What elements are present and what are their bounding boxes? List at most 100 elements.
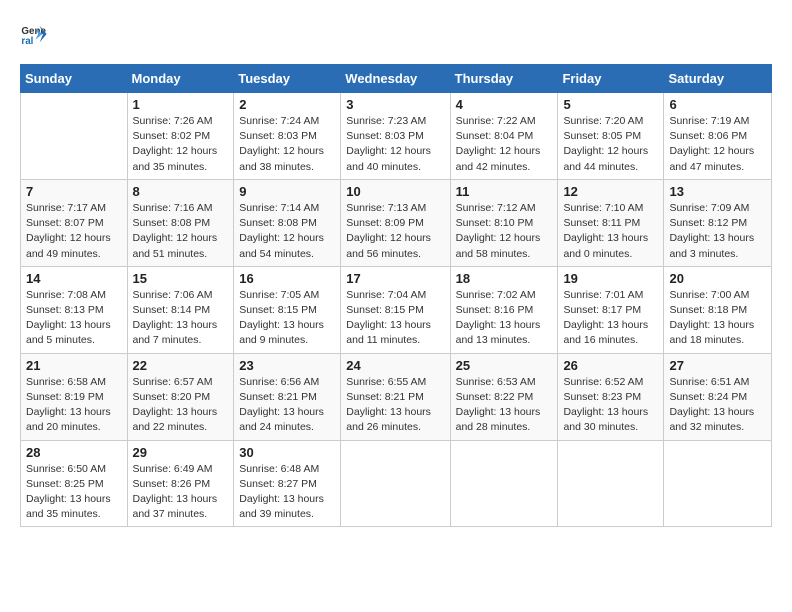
calendar-cell: 21Sunrise: 6:58 AM Sunset: 8:19 PM Dayli… [21,353,128,440]
day-number: 22 [133,358,229,373]
day-info: Sunrise: 7:10 AM Sunset: 8:11 PM Dayligh… [563,201,658,262]
day-info: Sunrise: 7:04 AM Sunset: 8:15 PM Dayligh… [346,288,444,349]
day-info: Sunrise: 7:17 AM Sunset: 8:07 PM Dayligh… [26,201,122,262]
page-header: Gene ral [20,20,772,48]
day-info: Sunrise: 7:12 AM Sunset: 8:10 PM Dayligh… [456,201,553,262]
weekday-header-saturday: Saturday [664,65,772,93]
calendar-cell: 30 Sunrise: 6:48 AM Sunset: 8:27 PM Dayli… [234,440,341,527]
day-info: Sunrise: 7:20 AM Sunset: 8:05 PM Dayligh… [563,114,658,175]
day-number: 4 [456,97,553,112]
day-info: Sunrise: 6:48 AM Sunset: 8:27 PM Dayligh… [239,462,335,523]
calendar-cell: 8 Sunrise: 7:16 AM Sunset: 8:08 PM Daylig… [127,179,234,266]
logo: Gene ral [20,20,52,48]
day-info: Sunrise: 6:55 AM Sunset: 8:21 PM Dayligh… [346,375,444,436]
svg-text:ral: ral [21,36,33,47]
calendar-cell: 15 Sunrise: 7:06 AM Sunset: 8:14 PM Dayli… [127,266,234,353]
calendar-cell: 3 Sunrise: 7:23 AM Sunset: 8:03 PM Daylig… [341,93,450,180]
day-info: Sunrise: 7:16 AM Sunset: 8:08 PM Dayligh… [133,201,229,262]
day-number: 23 [239,358,335,373]
calendar-week-row: 1 Sunrise: 7:26 AM Sunset: 8:02 PM Daylig… [21,93,772,180]
day-info: Sunrise: 6:49 AM Sunset: 8:26 PM Dayligh… [133,462,229,523]
day-info: Sunrise: 7:24 AM Sunset: 8:03 PM Dayligh… [239,114,335,175]
calendar-week-row: 28 Sunrise: 6:50 AM Sunset: 8:25 PM Dayli… [21,440,772,527]
calendar-cell: 24 Sunrise: 6:55 AM Sunset: 8:21 PM Dayli… [341,353,450,440]
day-info: Sunrise: 7:06 AM Sunset: 8:14 PM Dayligh… [133,288,229,349]
day-info: Sunrise: 7:02 AM Sunset: 8:16 PM Dayligh… [456,288,553,349]
day-number: 19 [563,271,658,286]
day-info: Sunrise: 6:52 AM Sunset: 8:23 PM Dayligh… [563,375,658,436]
calendar-week-row: 14 Sunrise: 7:08 AM Sunset: 8:13 PM Dayli… [21,266,772,353]
calendar-week-row: 7 Sunrise: 7:17 AM Sunset: 8:07 PM Daylig… [21,179,772,266]
day-info: Sunrise: 6:56 AM Sunset: 8:21 PM Dayligh… [239,375,335,436]
day-number: 20 [669,271,766,286]
calendar-cell: 20 Sunrise: 7:00 AM Sunset: 8:18 PM Dayli… [664,266,772,353]
day-info: Sunrise: 7:13 AM Sunset: 8:09 PM Dayligh… [346,201,444,262]
day-info: Sunrise: 6:53 AM Sunset: 8:22 PM Dayligh… [456,375,553,436]
weekday-header-row: SundayMondayTuesdayWednesdayThursdayFrid… [21,65,772,93]
day-info: Sunrise: 6:58 AM Sunset: 8:19 PM Dayligh… [26,375,122,436]
calendar-cell [450,440,558,527]
calendar-cell: 13 Sunrise: 7:09 AM Sunset: 8:12 PM Dayli… [664,179,772,266]
calendar-cell: 6 Sunrise: 7:19 AM Sunset: 8:06 PM Daylig… [664,93,772,180]
calendar-cell: 12 Sunrise: 7:10 AM Sunset: 8:11 PM Dayli… [558,179,664,266]
day-info: Sunrise: 7:23 AM Sunset: 8:03 PM Dayligh… [346,114,444,175]
day-info: Sunrise: 7:14 AM Sunset: 8:08 PM Dayligh… [239,201,335,262]
day-number: 14 [26,271,122,286]
day-number: 10 [346,184,444,199]
day-number: 15 [133,271,229,286]
day-number: 16 [239,271,335,286]
day-info: Sunrise: 7:22 AM Sunset: 8:04 PM Dayligh… [456,114,553,175]
calendar-table: SundayMondayTuesdayWednesdayThursdayFrid… [20,64,772,527]
day-info: Sunrise: 7:08 AM Sunset: 8:13 PM Dayligh… [26,288,122,349]
calendar-cell: 11 Sunrise: 7:12 AM Sunset: 8:10 PM Dayli… [450,179,558,266]
calendar-cell: 16 Sunrise: 7:05 AM Sunset: 8:15 PM Dayli… [234,266,341,353]
calendar-cell: 10 Sunrise: 7:13 AM Sunset: 8:09 PM Dayli… [341,179,450,266]
day-number: 13 [669,184,766,199]
calendar-cell: 7 Sunrise: 7:17 AM Sunset: 8:07 PM Daylig… [21,179,128,266]
day-number: 28 [26,445,122,460]
day-info: Sunrise: 7:05 AM Sunset: 8:15 PM Dayligh… [239,288,335,349]
day-number: 12 [563,184,658,199]
day-info: Sunrise: 6:50 AM Sunset: 8:25 PM Dayligh… [26,462,122,523]
day-number: 9 [239,184,335,199]
day-number: 7 [26,184,122,199]
day-info: Sunrise: 7:09 AM Sunset: 8:12 PM Dayligh… [669,201,766,262]
day-number: 5 [563,97,658,112]
day-info: Sunrise: 6:51 AM Sunset: 8:24 PM Dayligh… [669,375,766,436]
calendar-cell [21,93,128,180]
day-number: 2 [239,97,335,112]
day-number: 24 [346,358,444,373]
calendar-cell: 29Sunrise: 6:49 AM Sunset: 8:26 PM Dayli… [127,440,234,527]
day-number: 26 [563,358,658,373]
day-number: 8 [133,184,229,199]
day-info: Sunrise: 7:26 AM Sunset: 8:02 PM Dayligh… [133,114,229,175]
weekday-header-friday: Friday [558,65,664,93]
calendar-week-row: 21Sunrise: 6:58 AM Sunset: 8:19 PM Dayli… [21,353,772,440]
calendar-cell: 27 Sunrise: 6:51 AM Sunset: 8:24 PM Dayli… [664,353,772,440]
calendar-cell: 5 Sunrise: 7:20 AM Sunset: 8:05 PM Daylig… [558,93,664,180]
weekday-header-sunday: Sunday [21,65,128,93]
calendar-cell [341,440,450,527]
calendar-cell: 26 Sunrise: 6:52 AM Sunset: 8:23 PM Dayli… [558,353,664,440]
day-number: 27 [669,358,766,373]
calendar-cell: 25 Sunrise: 6:53 AM Sunset: 8:22 PM Dayli… [450,353,558,440]
day-number: 11 [456,184,553,199]
day-info: Sunrise: 7:01 AM Sunset: 8:17 PM Dayligh… [563,288,658,349]
day-number: 1 [133,97,229,112]
calendar-cell: 4 Sunrise: 7:22 AM Sunset: 8:04 PM Daylig… [450,93,558,180]
day-number: 17 [346,271,444,286]
day-number: 3 [346,97,444,112]
day-number: 30 [239,445,335,460]
weekday-header-thursday: Thursday [450,65,558,93]
calendar-cell: 17 Sunrise: 7:04 AM Sunset: 8:15 PM Dayli… [341,266,450,353]
calendar-cell: 22Sunrise: 6:57 AM Sunset: 8:20 PM Dayli… [127,353,234,440]
logo-icon: Gene ral [20,20,48,48]
calendar-cell [558,440,664,527]
calendar-cell: 19 Sunrise: 7:01 AM Sunset: 8:17 PM Dayli… [558,266,664,353]
day-info: Sunrise: 7:00 AM Sunset: 8:18 PM Dayligh… [669,288,766,349]
calendar-cell: 28 Sunrise: 6:50 AM Sunset: 8:25 PM Dayli… [21,440,128,527]
calendar-cell: 2 Sunrise: 7:24 AM Sunset: 8:03 PM Daylig… [234,93,341,180]
day-number: 25 [456,358,553,373]
day-number: 6 [669,97,766,112]
day-info: Sunrise: 7:19 AM Sunset: 8:06 PM Dayligh… [669,114,766,175]
